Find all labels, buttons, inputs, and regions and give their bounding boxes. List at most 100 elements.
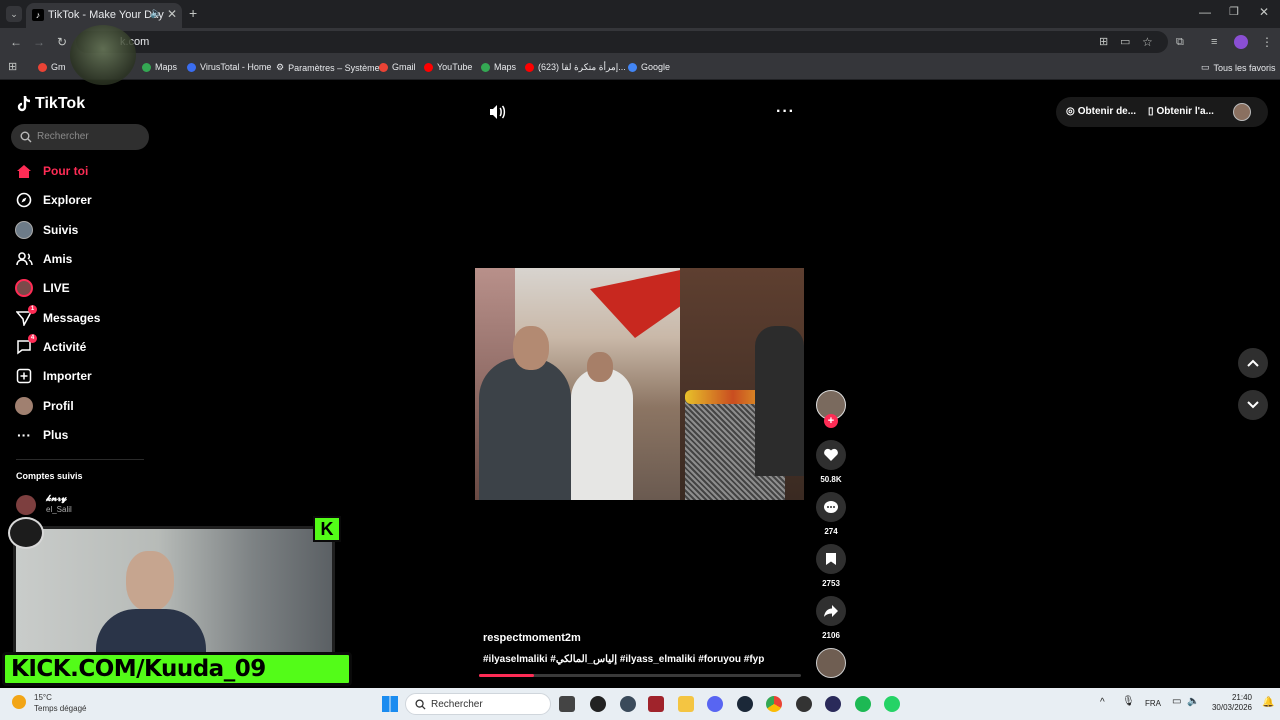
- forward-icon[interactable]: →: [33, 35, 45, 49]
- discord-icon[interactable]: [707, 696, 723, 712]
- nav-live[interactable]: LIVE: [14, 277, 70, 299]
- translate-icon[interactable]: ⊞: [1099, 35, 1108, 49]
- tiktok-logo[interactable]: TikTok: [16, 95, 85, 113]
- app-icon-2[interactable]: [620, 696, 636, 712]
- cast-icon[interactable]: ▭: [1120, 35, 1130, 49]
- music-disc[interactable]: [816, 648, 846, 678]
- stream-logo-badge: [70, 25, 136, 85]
- microphone-icon[interactable]: 🎙: [1122, 696, 1135, 707]
- bookmark-maps-2[interactable]: Maps: [481, 62, 516, 72]
- chevron-up-icon[interactable]: ^: [1100, 697, 1105, 708]
- nav-for-you[interactable]: Pour toi: [14, 160, 88, 182]
- nav-activity[interactable]: 4 Activité: [14, 334, 86, 358]
- star-icon[interactable]: ☆: [1142, 35, 1153, 49]
- more-icon: ···: [17, 427, 31, 443]
- music-disc-avatar: [816, 648, 846, 678]
- apps-icon[interactable]: ⊞: [8, 60, 17, 73]
- spotify-icon[interactable]: [855, 696, 871, 712]
- video-hashtags[interactable]: #ilyaselmaliki #إلياس_المالكي #ilyass_el…: [483, 654, 764, 665]
- tab-title: TikTok - Make Your Day: [48, 9, 164, 21]
- profile-avatar[interactable]: [1234, 35, 1248, 49]
- file-explorer-icon[interactable]: [678, 696, 694, 712]
- task-view-icon[interactable]: [559, 696, 575, 712]
- address-bar[interactable]: k.com: [76, 31, 1168, 53]
- share-button[interactable]: 2106: [816, 596, 846, 640]
- chrome-icon[interactable]: [766, 696, 782, 712]
- search-input[interactable]: Rechercher: [11, 124, 149, 150]
- bookmark-gmail[interactable]: Gmail: [379, 62, 416, 72]
- nav-more[interactable]: ··· Plus: [14, 424, 68, 446]
- minimize-button[interactable]: —: [1199, 5, 1211, 19]
- nav-messages[interactable]: 1 Messages: [14, 305, 100, 329]
- whatsapp-icon[interactable]: [884, 696, 900, 712]
- taskbar-search[interactable]: Rechercher: [405, 693, 551, 715]
- user-avatar[interactable]: [1233, 103, 1251, 121]
- extensions-icon[interactable]: ⧉: [1176, 35, 1184, 49]
- video-progress-bar[interactable]: [479, 674, 801, 677]
- friends-icon: [14, 249, 34, 269]
- share-icon: [824, 605, 838, 617]
- steam-icon[interactable]: [737, 696, 753, 712]
- tab-search-button[interactable]: ⌄: [6, 6, 22, 22]
- app-icon-4[interactable]: [796, 696, 812, 712]
- bookmark-virustotal[interactable]: VirusTotal - Home: [187, 62, 271, 72]
- nav-friends[interactable]: Amis: [14, 248, 72, 270]
- gear-icon: ⚙: [276, 62, 285, 72]
- windows-taskbar: 15°C Temps dégagé Rechercher ^ 🎙 FRA ▭ 🔈…: [0, 688, 1280, 720]
- notification-icon[interactable]: 🔔: [1262, 697, 1274, 708]
- nav-profile[interactable]: Profil: [14, 395, 74, 417]
- comment-icon: [824, 500, 838, 513]
- language-indicator[interactable]: FRA: [1145, 699, 1161, 708]
- media-icon[interactable]: ≡: [1211, 35, 1217, 49]
- like-button[interactable]: 50.8K: [816, 440, 846, 484]
- folder-icon: ▭: [1201, 62, 1210, 72]
- all-bookmarks[interactable]: ▭ Tous les favoris: [1201, 62, 1276, 73]
- volume-icon[interactable]: 🔈: [1187, 696, 1199, 707]
- bookmark-youtube[interactable]: YouTube: [424, 62, 472, 72]
- bookmark-settings[interactable]: ⚙ Paramètres – Système: [276, 62, 380, 73]
- save-button[interactable]: 2753: [816, 544, 846, 588]
- previous-video-button[interactable]: [1238, 348, 1268, 378]
- new-tab-button[interactable]: +: [189, 5, 197, 21]
- home-icon: [14, 161, 34, 181]
- gmail-icon: [379, 62, 388, 72]
- video-player[interactable]: [475, 268, 804, 500]
- speaker-icon[interactable]: 🔈: [150, 8, 162, 19]
- close-tab-icon[interactable]: ✕: [167, 7, 177, 21]
- follow-plus-icon[interactable]: +: [824, 414, 838, 428]
- app-icon-3[interactable]: [648, 696, 664, 712]
- app-icon-1[interactable]: [590, 696, 606, 712]
- video-username[interactable]: respectmoment2m: [483, 632, 581, 644]
- tiktok-favicon: ♪: [32, 9, 44, 21]
- nav-upload[interactable]: Importer: [14, 365, 92, 387]
- close-window-button[interactable]: ✕: [1259, 5, 1269, 19]
- network-icon[interactable]: ▭: [1172, 696, 1181, 707]
- nav-following[interactable]: Suivis: [14, 219, 78, 241]
- taskbar-clock[interactable]: 21:40 30/03/2026: [1206, 693, 1252, 713]
- next-video-button[interactable]: [1238, 390, 1268, 420]
- messages-badge: 1: [28, 305, 37, 314]
- clock-time: 21:40: [1231, 693, 1252, 702]
- activity-icon: 4: [14, 334, 37, 357]
- bookmark-maps[interactable]: Maps: [142, 62, 177, 72]
- reload-icon[interactable]: ↻: [57, 35, 67, 49]
- restore-button[interactable]: ❐: [1229, 5, 1239, 18]
- back-icon[interactable]: ←: [10, 35, 22, 49]
- like-count: 50.8K: [820, 475, 842, 484]
- comment-button[interactable]: 274: [816, 492, 846, 536]
- weather-temp: 15°C: [34, 693, 52, 702]
- app-icon-5[interactable]: [825, 696, 841, 712]
- get-desktop-button[interactable]: ◎ Obtenir de...: [1066, 106, 1136, 117]
- get-app-button[interactable]: ▯ Obtenir l'a...: [1148, 106, 1214, 117]
- menu-icon[interactable]: ⋮: [1261, 35, 1273, 49]
- creator-avatar[interactable]: +: [816, 390, 846, 428]
- bookmark-youtube-video[interactable]: (623) إمرأة متكرة لقا...: [525, 62, 626, 73]
- bookmark-google[interactable]: Google: [628, 62, 670, 72]
- windows-start-icon[interactable]: [382, 696, 398, 712]
- kick-logo-icon: K: [313, 516, 341, 542]
- volume-icon[interactable]: [488, 104, 506, 120]
- video-more-icon[interactable]: ···: [776, 103, 795, 121]
- bookmark-gmail-short[interactable]: Gm: [38, 62, 66, 72]
- nav-explore[interactable]: Explorer: [14, 189, 92, 211]
- live-icon: [14, 278, 34, 298]
